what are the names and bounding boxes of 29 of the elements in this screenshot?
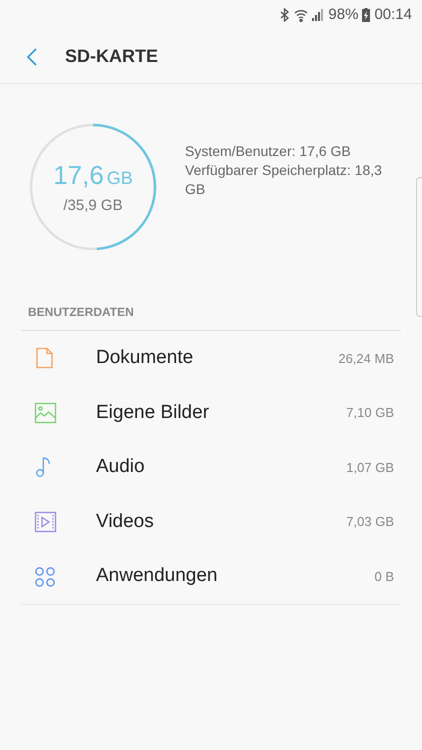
wifi-icon bbox=[294, 8, 308, 22]
category-row[interactable]: Anwendungen 0 B bbox=[21, 549, 401, 604]
storage-info-text: System/Benutzer: 17,6 GB bbox=[185, 142, 352, 161]
category-label: Videos bbox=[96, 510, 155, 534]
bluetooth-icon bbox=[280, 8, 290, 22]
clock: 00:14 bbox=[374, 4, 412, 25]
category-size: 1,07 GB bbox=[346, 458, 394, 477]
category-size: 7,10 GB bbox=[346, 404, 394, 422]
total-value: /35,9 GB bbox=[63, 196, 123, 216]
storage-info-text: Verfügbarer Speicherplatz: 18,3 GB bbox=[185, 161, 383, 199]
section-header: BENUTZERDATEN bbox=[28, 305, 134, 319]
category-label: Dokumente bbox=[96, 346, 194, 370]
category-label: Eigene Bilder bbox=[96, 400, 210, 425]
category-label: Anwendungen bbox=[96, 564, 218, 588]
category-row[interactable]: Audio 1,07 GB bbox=[21, 440, 401, 495]
category-row[interactable]: Videos 7,03 GB bbox=[21, 494, 401, 550]
category-row[interactable]: Dokumente 26,24 MB bbox=[21, 331, 401, 386]
battery-icon bbox=[362, 8, 370, 22]
category-row[interactable]: Eigene Bilder 7,10 GB bbox=[21, 386, 401, 440]
signal-icon bbox=[312, 9, 324, 21]
back-icon bbox=[26, 48, 38, 66]
used-unit: GB bbox=[106, 167, 133, 190]
category-size: 26,24 MB bbox=[338, 350, 394, 368]
category-size: 7,03 GB bbox=[346, 513, 394, 532]
used-value: 17,6 bbox=[53, 159, 104, 192]
category-size: 0 B bbox=[374, 568, 394, 586]
battery-percentage: 98% bbox=[328, 4, 358, 25]
category-label: Audio bbox=[96, 455, 146, 480]
page-title: SD-KARTE bbox=[65, 45, 158, 68]
